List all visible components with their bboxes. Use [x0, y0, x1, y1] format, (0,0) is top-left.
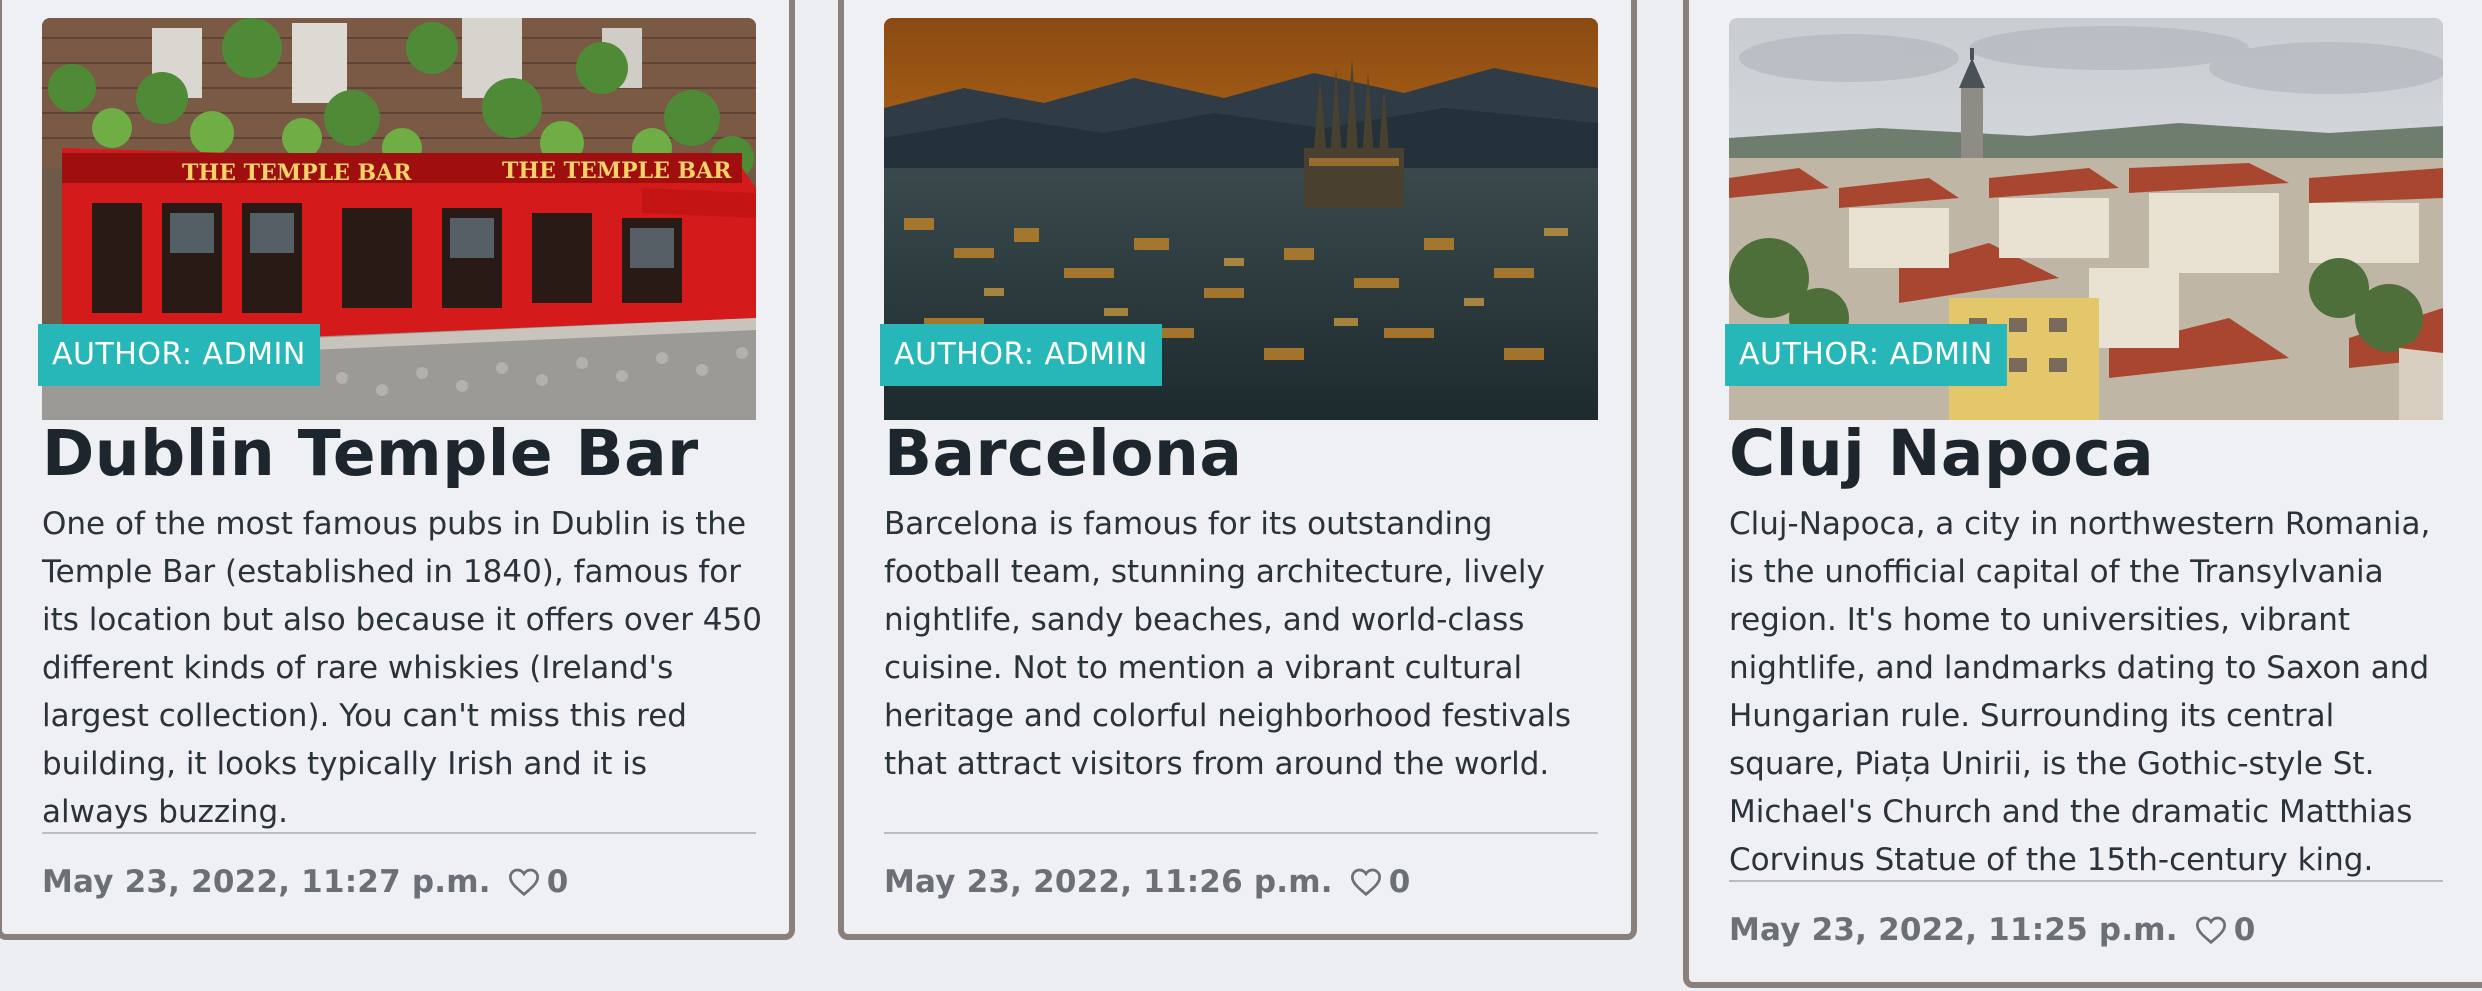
card-divider: [884, 832, 1598, 834]
author-badge: AUTHOR: ADMIN: [880, 324, 1162, 386]
card-divider: [42, 832, 756, 834]
card-divider: [1729, 880, 2443, 882]
like-count: 0: [2233, 912, 2256, 948]
post-card-dublin[interactable]: THE TEMPLE BAR THE TEMPLE BAR AUTHOR: AD…: [0, 0, 795, 940]
heart-outline-icon[interactable]: [2194, 915, 2228, 945]
post-date: May 23, 2022, 11:26 p.m.: [884, 864, 1333, 900]
like-count: 0: [546, 864, 569, 900]
post-title[interactable]: Cluj Napoca: [1729, 414, 2449, 494]
post-excerpt: One of the most famous pubs in Dublin is…: [42, 506, 762, 830]
svg-text:THE TEMPLE BAR: THE TEMPLE BAR: [502, 158, 732, 184]
post-meta: May 23, 2022, 11:27 p.m. 0: [42, 862, 568, 902]
heart-outline-icon[interactable]: [507, 867, 541, 897]
post-meta: May 23, 2022, 11:26 p.m. 0: [884, 862, 1410, 902]
post-date: May 23, 2022, 11:25 p.m.: [1729, 912, 2178, 948]
post-title[interactable]: Dublin Temple Bar: [42, 414, 762, 494]
post-date: May 23, 2022, 11:27 p.m.: [42, 864, 491, 900]
post-card-barcelona[interactable]: AUTHOR: ADMIN Barcelona Barcelona is fam…: [838, 0, 1637, 940]
like-count: 0: [1388, 864, 1411, 900]
author-badge: AUTHOR: ADMIN: [38, 324, 320, 386]
post-title[interactable]: Barcelona: [884, 414, 1604, 494]
heart-outline-icon[interactable]: [1349, 867, 1383, 897]
post-excerpt: Cluj-Napoca, a city in northwestern Roma…: [1729, 506, 2431, 878]
post-excerpt: Barcelona is famous for its outstanding …: [884, 506, 1571, 782]
post-meta: May 23, 2022, 11:25 p.m. 0: [1729, 910, 2255, 950]
author-badge: AUTHOR: ADMIN: [1725, 324, 2007, 386]
post-card-cluj-napoca[interactable]: AUTHOR: ADMIN Cluj Napoca Cluj-Napoca, a…: [1683, 0, 2482, 988]
svg-text:THE TEMPLE BAR: THE TEMPLE BAR: [182, 160, 412, 186]
